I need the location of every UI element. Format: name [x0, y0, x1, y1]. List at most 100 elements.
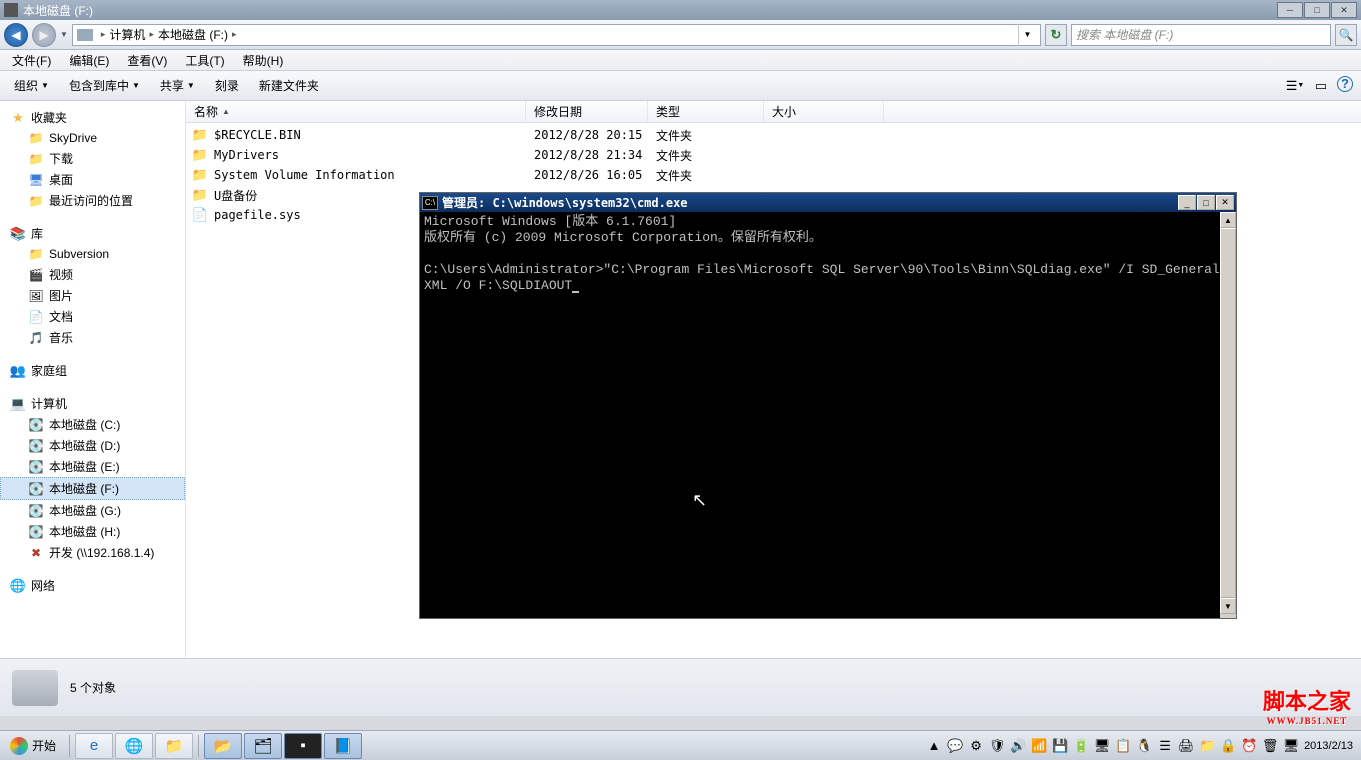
menu-edit[interactable]: 编辑(E) — [61, 50, 117, 71]
tray-icon[interactable]: 📁 — [1199, 738, 1215, 754]
tray-icon[interactable]: 🔒 — [1220, 738, 1236, 754]
column-name[interactable]: 名称▲ — [186, 101, 526, 122]
column-size[interactable]: 大小 — [764, 101, 884, 122]
taskbar-chrome[interactable]: 🌐 — [115, 733, 153, 759]
network-group[interactable]: 🌐网络 — [0, 575, 185, 596]
sidebar-drive-e[interactable]: 💽本地磁盘 (E:) — [0, 456, 185, 477]
sidebar-drive-c[interactable]: 💽本地磁盘 (C:) — [0, 414, 185, 435]
tray-icon[interactable]: ⚙ — [968, 738, 984, 754]
homegroup[interactable]: 👥家庭组 — [0, 360, 185, 381]
tray-icon[interactable]: 💾 — [1052, 738, 1068, 754]
sidebar-drive-h[interactable]: 💽本地磁盘 (H:) — [0, 521, 185, 542]
breadcrumb-computer[interactable]: 计算机 — [107, 26, 147, 43]
library-group[interactable]: 📚库 — [0, 223, 185, 244]
tray-icon[interactable]: 🗑 — [1262, 738, 1278, 754]
new-folder-button[interactable]: 新建文件夹 — [253, 74, 325, 97]
sidebar-item-pictures[interactable]: 🖼图片 — [0, 285, 185, 306]
taskbar-explorer-win[interactable]: 📂 — [204, 733, 242, 759]
refresh-button[interactable]: ↻ — [1045, 24, 1067, 46]
tray-icon[interactable]: ☰ — [1157, 738, 1173, 754]
sidebar-item-skydrive[interactable]: 📁SkyDrive — [0, 128, 185, 148]
tray-icon[interactable]: 🖨 — [1178, 738, 1194, 754]
sidebar-drive-d[interactable]: 💽本地磁盘 (D:) — [0, 435, 185, 456]
breadcrumb-drive[interactable]: 本地磁盘 (F:) — [156, 26, 230, 43]
preview-pane-button[interactable]: ▭ — [1311, 76, 1331, 96]
cmd-close-button[interactable]: ✕ — [1216, 195, 1234, 210]
folder-icon: 📁 — [28, 193, 44, 209]
cmd-window[interactable]: C:\ 管理员: C:\windows\system32\cmd.exe _ □… — [419, 192, 1237, 619]
tray-icon[interactable]: 💬 — [947, 738, 963, 754]
computer-group[interactable]: 💻计算机 — [0, 393, 185, 414]
column-date[interactable]: 修改日期 — [526, 101, 648, 122]
tray-icon[interactable]: 🖥 — [1283, 738, 1299, 754]
tray-icon[interactable]: 📶 — [1031, 738, 1047, 754]
scroll-up-button[interactable]: ▲ — [1220, 212, 1236, 228]
drive-icon: 💽 — [28, 503, 44, 519]
address-bar[interactable]: ▸ 计算机 ▸ 本地磁盘 (F:) ▸ ▼ — [72, 24, 1041, 46]
taskbar-ie[interactable]: e — [75, 733, 113, 759]
history-dropdown[interactable]: ▼ — [60, 30, 68, 39]
menu-view[interactable]: 查看(V) — [119, 50, 175, 71]
sidebar-item-downloads[interactable]: 📁下载 — [0, 148, 185, 169]
file-row[interactable]: 📁$RECYCLE.BIN2012/8/28 20:15文件夹 — [186, 125, 1361, 145]
cmd-output[interactable]: Microsoft Windows [版本 6.1.7601] 版权所有 (c)… — [420, 212, 1236, 618]
menu-tools[interactable]: 工具(T) — [177, 50, 232, 71]
tray-icon[interactable]: ⏰ — [1241, 738, 1257, 754]
taskbar-app2[interactable]: 📘 — [324, 733, 362, 759]
sidebar-network-drive[interactable]: ✖开发 (\\192.168.1.4) — [0, 542, 185, 563]
burn-button[interactable]: 刻录 — [209, 74, 245, 97]
close-button[interactable]: ✕ — [1331, 2, 1357, 18]
taskbar-cmd[interactable]: ▪ — [284, 733, 322, 759]
tray-icon[interactable]: 🔋 — [1073, 738, 1089, 754]
cmd-maximize-button[interactable]: □ — [1197, 195, 1215, 210]
taskbar-explorer[interactable]: 📁 — [155, 733, 193, 759]
menu-help[interactable]: 帮助(H) — [235, 50, 292, 71]
organize-button[interactable]: 组织▼ — [8, 74, 55, 97]
sidebar-item-videos[interactable]: 🎬视频 — [0, 264, 185, 285]
tray-icon[interactable]: 🔊 — [1010, 738, 1026, 754]
cmd-icon: C:\ — [422, 196, 438, 210]
include-library-button[interactable]: 包含到库中▼ — [63, 74, 146, 97]
favorites-group[interactable]: ★收藏夹 — [0, 107, 185, 128]
sidebar-item-recent[interactable]: 📁最近访问的位置 — [0, 190, 185, 211]
share-button[interactable]: 共享▼ — [154, 74, 201, 97]
tray-icon[interactable]: ▲ — [926, 738, 942, 754]
start-button[interactable]: 开始 — [2, 733, 64, 759]
taskbar-app[interactable]: 🗂 — [244, 733, 282, 759]
folder-icon: 📁 — [186, 187, 214, 203]
column-type[interactable]: 类型 — [648, 101, 764, 122]
minimize-button[interactable]: ─ — [1277, 2, 1303, 18]
scroll-down-button[interactable]: ▼ — [1220, 598, 1236, 614]
tray-icon[interactable]: 🖥 — [1094, 738, 1110, 754]
forward-button[interactable]: ▶ — [32, 23, 56, 47]
tray-date[interactable]: 2013/2/13 — [1304, 740, 1353, 752]
file-row[interactable]: 📁MyDrivers2012/8/28 21:34文件夹 — [186, 145, 1361, 165]
view-mode-button[interactable]: ☰▼ — [1285, 76, 1305, 96]
search-input[interactable]: 搜索 本地磁盘 (F:) — [1071, 24, 1331, 46]
search-button[interactable]: 🔍 — [1335, 24, 1357, 46]
tray-icon[interactable]: 🛡 — [989, 738, 1005, 754]
cmd-titlebar[interactable]: C:\ 管理员: C:\windows\system32\cmd.exe _ □… — [420, 193, 1236, 212]
tray-icon[interactable]: 📋 — [1115, 738, 1131, 754]
cmd-scrollbar[interactable]: ▲ ▼ — [1220, 212, 1236, 618]
maximize-button[interactable]: □ — [1304, 2, 1330, 18]
tray-icon[interactable]: 🐧 — [1136, 738, 1152, 754]
drive-icon: 💽 — [28, 459, 44, 475]
windows-orb-icon — [10, 737, 28, 755]
sidebar-item-subversion[interactable]: 📁Subversion — [0, 244, 185, 264]
cmd-minimize-button[interactable]: _ — [1178, 195, 1196, 210]
sidebar-drive-g[interactable]: 💽本地磁盘 (G:) — [0, 500, 185, 521]
scroll-thumb[interactable] — [1220, 228, 1236, 598]
menu-file[interactable]: 文件(F) — [4, 50, 59, 71]
network-drive-icon: ✖ — [28, 545, 44, 561]
help-button[interactable]: ? — [1337, 76, 1353, 92]
sidebar-drive-f[interactable]: 💽本地磁盘 (F:) — [0, 477, 185, 500]
back-button[interactable]: ◀ — [4, 23, 28, 47]
address-dropdown[interactable]: ▼ — [1018, 24, 1036, 46]
sidebar-item-documents[interactable]: 📄文档 — [0, 306, 185, 327]
sidebar-item-music[interactable]: 🎵音乐 — [0, 327, 185, 348]
computer-icon: 💻 — [10, 396, 26, 412]
drive-icon — [4, 3, 18, 17]
file-row[interactable]: 📁System Volume Information2012/8/26 16:0… — [186, 165, 1361, 185]
sidebar-item-desktop[interactable]: 🖥桌面 — [0, 169, 185, 190]
